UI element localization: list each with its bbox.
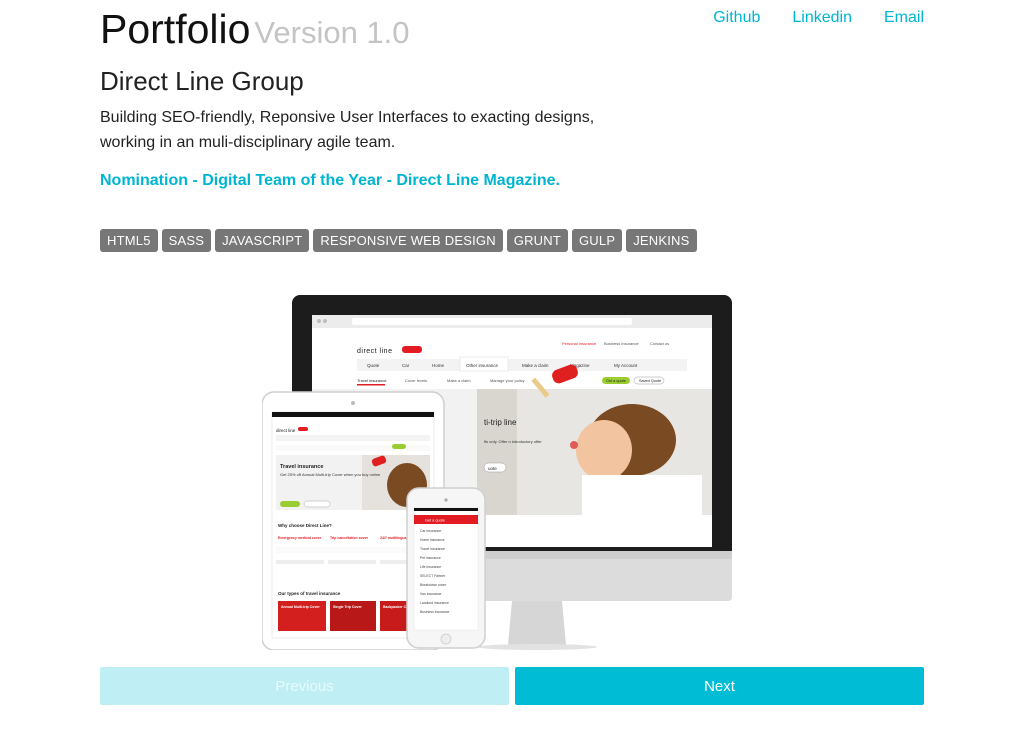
title-text: Portfolio <box>100 6 251 52</box>
phone-item: Home insurance <box>420 538 445 542</box>
screen-hero-btn: uote <box>488 466 497 471</box>
screen-nav-item: Car <box>402 363 410 368</box>
tag-gulp: GULP <box>572 229 623 252</box>
tablet-hero-text: Get 25% off Annual Multi-trip Cover when… <box>280 472 381 477</box>
screen-subnav-item: Cover levels <box>405 378 427 383</box>
version-label: Version 1.0 <box>254 15 410 50</box>
screen-subnav-item: Travel insurance <box>357 378 387 383</box>
phone-header: Get a quote <box>425 519 445 523</box>
email-link[interactable]: Email <box>884 9 924 27</box>
project-company: Direct Line Group <box>100 66 304 96</box>
screen-top-link: Contact us <box>650 341 669 346</box>
screen-subnav-item: Manage your policy <box>490 378 525 383</box>
screen-top-link: Personal insurance <box>562 341 597 346</box>
phone-item: Travel insurance <box>420 547 445 551</box>
project-award: Nomination - Digital Team of the Year - … <box>100 172 560 189</box>
phone-item: Business insurance <box>420 610 450 614</box>
tag-sass: SASS <box>161 229 212 252</box>
previous-button[interactable]: Previous <box>100 667 509 705</box>
pagination: Previous Next <box>100 667 924 705</box>
linkedin-link[interactable]: Linkedin <box>792 9 852 27</box>
tablet-hero-title: Travel insurance <box>280 464 323 470</box>
svg-text:direct line: direct line <box>276 428 296 433</box>
screen-hero-offer: ffs only. Offer n introductory offer <box>484 439 542 444</box>
phone-item: Breakdown cover <box>420 583 447 587</box>
page-title: Portfolio Version 1.0 <box>100 4 410 58</box>
screen-saved-quote: Saved Quote <box>639 379 661 383</box>
screen-hero-title: ti-trip line <box>484 418 517 427</box>
tablet-feature: Trip cancellation cover <box>330 536 369 540</box>
phone-item: SELECT Partner <box>420 574 446 578</box>
desktop-stand <box>477 601 597 650</box>
screen-logo: direct line <box>357 348 392 355</box>
screen-nav-item: Make a claim <box>522 363 549 368</box>
tablet-feature: Emergency medical cover <box>278 536 322 540</box>
tag-grunt: GRUNT <box>506 229 568 252</box>
github-link[interactable]: Github <box>713 9 760 27</box>
tablet-types-heading: Our types of travel insurance <box>278 591 341 596</box>
phone-item: Van insurance <box>420 592 442 596</box>
tablet-type: Single Trip Cover <box>333 605 362 609</box>
tablet-why-heading: Why choose Direct Line? <box>278 523 332 528</box>
screen-get-quote: Get a quote <box>606 379 626 383</box>
tag-jenkins: JENKINS <box>626 229 697 252</box>
tag-responsive-web-design: RESPONSIVE WEB DESIGN <box>313 229 503 252</box>
phone-item: Pet insurance <box>420 556 441 560</box>
phone-item: Landlord insurance <box>420 601 449 605</box>
screen-top-link: Business insurance <box>604 341 639 346</box>
header-nav: Github Linkedin Email <box>713 9 924 27</box>
phone-item: Life insurance <box>420 565 441 569</box>
screen-nav-item: My Account <box>614 363 638 368</box>
phone-device: Get a quote Car insurance Home insurance… <box>406 487 486 649</box>
screen-subnav-item: Make a claim <box>447 378 471 383</box>
phone-item: Car insurance <box>420 529 441 533</box>
tablet-type: Annual Multi-trip Cover <box>281 605 320 609</box>
next-button[interactable]: Next <box>515 667 924 705</box>
tag-html5: HTML5 <box>100 229 158 252</box>
screen-nav-item: Quote <box>367 363 380 368</box>
project-description: Building SEO-friendly, Reponsive User In… <box>100 109 595 151</box>
screen-nav-item: Other insurance <box>466 363 499 368</box>
tech-tags: HTML5 SASS JAVASCRIPT RESPONSIVE WEB DES… <box>100 229 697 252</box>
screen-nav-item: Home <box>432 363 445 368</box>
device-mockup-image: Personal insurance Business insurance Co… <box>262 295 732 650</box>
tag-javascript: JAVASCRIPT <box>215 229 310 252</box>
